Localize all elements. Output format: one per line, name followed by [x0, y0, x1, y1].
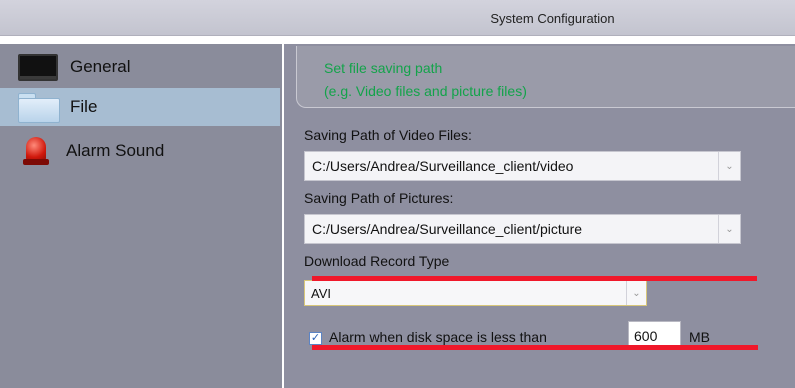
sidebar-item-general[interactable]: General: [0, 48, 280, 86]
video-path-label: Saving Path of Video Files:: [304, 127, 472, 143]
sidebar-item-file[interactable]: File: [0, 88, 280, 126]
chevron-down-icon[interactable]: ⌄: [626, 281, 646, 305]
folder-icon: [18, 93, 60, 123]
sidebar-item-alarm-sound[interactable]: Alarm Sound: [0, 132, 280, 170]
picture-path-value: C:/Users/Andrea/Surveillance_client/pict…: [312, 221, 583, 237]
sidebar: General File Alarm Sound: [0, 44, 282, 388]
disk-alarm-checkbox[interactable]: ✓: [309, 332, 322, 345]
title-bar: System Configuration: [0, 0, 795, 36]
disk-alarm-label: Alarm when disk space is less than: [329, 329, 547, 345]
annotation-underline: [312, 276, 757, 281]
disk-threshold-unit: MB: [689, 329, 710, 345]
sidebar-item-label: Alarm Sound: [66, 141, 165, 160]
annotation-underline: [312, 345, 758, 350]
picture-path-label: Saving Path of Pictures:: [304, 190, 454, 206]
alarm-icon: [18, 137, 54, 165]
monitor-icon: [18, 53, 58, 81]
chevron-down-icon[interactable]: ⌄: [718, 152, 740, 180]
hint-example-text: (e.g. Video files and picture files): [324, 83, 527, 99]
video-path-value: C:/Users/Andrea/Surveillance_client/vide…: [312, 158, 574, 174]
record-type-label: Download Record Type: [304, 253, 450, 269]
sidebar-item-label: File: [70, 97, 98, 116]
sidebar-item-label: General: [70, 57, 131, 76]
window-title: System Configuration: [490, 11, 615, 26]
record-type-select[interactable]: AVI ⌄: [304, 280, 647, 306]
chevron-down-icon[interactable]: ⌄: [718, 215, 740, 243]
video-path-field[interactable]: C:/Users/Andrea/Surveillance_client/vide…: [304, 151, 741, 181]
record-type-value: AVI: [311, 285, 331, 301]
hint-banner: Set file saving path (e.g. Video files a…: [296, 46, 795, 108]
picture-path-field[interactable]: C:/Users/Andrea/Surveillance_client/pict…: [304, 214, 741, 244]
hint-text: Set file saving path: [324, 60, 443, 76]
